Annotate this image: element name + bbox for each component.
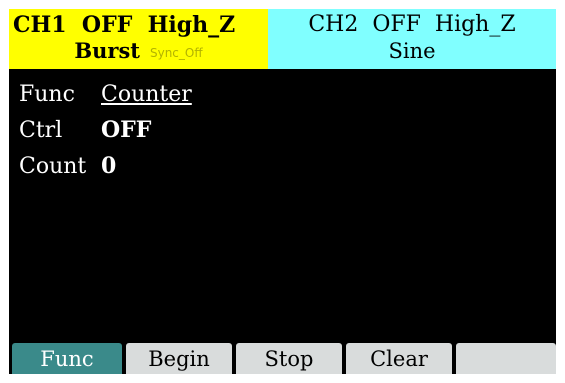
- ch1-status-text: CH1 OFF High_Z: [13, 12, 236, 38]
- param-value[interactable]: OFF: [101, 113, 151, 147]
- param-row-ctrl[interactable]: Ctrl OFF: [19, 113, 151, 147]
- ch2-mode-text: Sine: [388, 39, 436, 63]
- ch2-status-text: CH2 OFF High_Z: [308, 12, 516, 37]
- softkey-func[interactable]: Func: [12, 343, 122, 374]
- param-row-func[interactable]: Func Counter: [19, 77, 192, 111]
- ch1-mode-text: Burst: [74, 38, 140, 63]
- param-value[interactable]: 0: [101, 149, 116, 183]
- softkey-bar: Func Begin Stop Clear: [9, 343, 556, 374]
- softkey-clear[interactable]: Clear: [346, 343, 452, 374]
- softkey-begin[interactable]: Begin: [126, 343, 232, 374]
- param-label: Func: [19, 82, 75, 107]
- param-row-count[interactable]: Count 0: [19, 149, 116, 183]
- ch1-status-panel[interactable]: CH1 OFF High_Z Burst Sync_Off: [9, 9, 268, 69]
- ch1-sync-text: Sync_Off: [149, 45, 203, 60]
- param-value[interactable]: Counter: [101, 78, 192, 112]
- ch2-status-panel[interactable]: CH2 OFF High_Z Sine: [268, 9, 556, 69]
- ch1-mode-line: Burst Sync_Off: [9, 39, 268, 65]
- param-label: Count: [19, 154, 87, 179]
- softkey-stop[interactable]: Stop: [236, 343, 342, 374]
- param-label: Ctrl: [19, 118, 63, 143]
- softkey-empty: [456, 343, 556, 374]
- display-screen: CH1 OFF High_Z Burst Sync_Off CH2 OFF Hig…: [9, 9, 556, 374]
